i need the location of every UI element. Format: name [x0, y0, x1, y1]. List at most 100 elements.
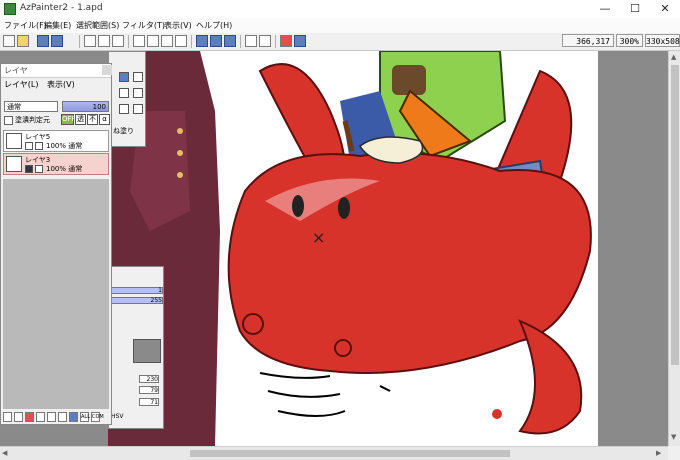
clip-checkbox[interactable] [4, 116, 13, 125]
apple-bump [242, 313, 264, 335]
toolbar-separator [275, 35, 276, 48]
toolbar: 366,317 300% 330x508 [0, 33, 680, 51]
menu-edit[interactable]: 編集(E) [44, 20, 71, 31]
scroll-down-icon[interactable]: ▼ [671, 433, 676, 441]
tool-button[interactable] [119, 88, 129, 98]
zoom-reset-icon[interactable] [224, 35, 236, 47]
copy-layer-icon[interactable] [14, 412, 23, 422]
maximize-button[interactable]: ☐ [620, 0, 650, 18]
mode-transparent-button[interactable]: 透 [75, 114, 86, 125]
frame-icon[interactable] [175, 35, 187, 47]
merge-icon[interactable] [25, 412, 34, 422]
move-up-icon[interactable] [47, 412, 56, 422]
toolbar-separator [191, 35, 192, 48]
vertical-scrollbar[interactable]: ▲ ▼ [668, 51, 680, 446]
scroll-left-icon[interactable]: ◀ [2, 449, 7, 457]
horizontal-scrollbar[interactable]: ◀ ▶ [0, 446, 668, 460]
zoom-in-icon[interactable] [196, 35, 208, 47]
tool-button[interactable] [133, 104, 143, 114]
image-size-readout: 330x508 [645, 34, 680, 47]
left-eye [292, 195, 304, 217]
open-icon[interactable] [17, 35, 29, 47]
color-value-field[interactable]: 230 [139, 375, 159, 383]
color-swatch[interactable] [133, 339, 161, 363]
layer-thumbnail [6, 133, 22, 149]
color-slider[interactable]: 255 [111, 297, 163, 304]
title-bar: AzPainter2 - 1.apd — ☐ ✕ [0, 0, 680, 19]
scroll-right-icon[interactable]: ▶ [656, 449, 661, 457]
color-value-field[interactable]: 71 [139, 398, 159, 406]
window-title: AzPainter2 - 1.apd [20, 3, 103, 13]
new-layer-icon[interactable] [3, 412, 12, 422]
move-down-icon[interactable] [58, 412, 67, 422]
delete-icon[interactable] [36, 412, 45, 422]
all-icon[interactable]: ALL [80, 412, 90, 422]
vertical-scroll-thumb[interactable] [671, 65, 679, 365]
settings-icon[interactable]: COM [91, 412, 104, 422]
palette-icon[interactable] [112, 35, 124, 47]
mode-alpha-button[interactable]: α [99, 114, 110, 125]
toolbar-separator [79, 35, 80, 48]
mode-opaque-button[interactable]: 不 [87, 114, 98, 125]
canvas-outside [598, 51, 668, 446]
tool-button[interactable] [119, 72, 129, 82]
layer-menu-view[interactable]: 表示(V) [47, 80, 75, 89]
color-mode-label: HSV [111, 413, 124, 420]
suit-button [177, 172, 183, 178]
undo-history-icon[interactable] [84, 35, 96, 47]
color-value-field[interactable]: 79 [139, 386, 159, 394]
rotate-right-icon[interactable] [259, 35, 271, 47]
lock-icon[interactable] [35, 165, 43, 173]
layer-row-selected[interactable]: レイヤ3 100% 通常 [3, 153, 109, 175]
rect-icon[interactable] [161, 35, 173, 47]
mouth-x: × [312, 228, 325, 247]
layer-row[interactable]: レイヤ5 100% 通常 [3, 130, 109, 152]
layer-icon[interactable] [98, 35, 110, 47]
fit-icon[interactable] [147, 35, 159, 47]
save-as-icon[interactable] [51, 35, 63, 47]
layer-footer-toolbar: ALL COM [3, 412, 109, 423]
layer-info: 100% 通常 [46, 142, 83, 150]
toolbar-separator [128, 35, 129, 48]
app-icon [4, 3, 16, 15]
coordinates-readout: 366,317 [562, 34, 614, 47]
menu-view[interactable]: 表示(V) [164, 20, 192, 31]
tool-button[interactable] [119, 104, 129, 114]
tool-button[interactable] [133, 88, 143, 98]
menu-file[interactable]: ファイル(F) [4, 20, 47, 31]
minimize-button[interactable]: — [590, 0, 620, 18]
layer-list [3, 179, 109, 409]
visibility-icon[interactable] [25, 142, 33, 150]
menu-filter[interactable]: フィルタ(T) [122, 20, 165, 31]
visibility-icon[interactable] [25, 165, 33, 173]
close-button[interactable]: ✕ [650, 0, 680, 18]
layer-panel-menu: レイヤ(L) 表示(V) [1, 78, 111, 92]
tool-button[interactable] [133, 72, 143, 82]
filter-icon[interactable] [280, 35, 292, 47]
grid-icon[interactable] [133, 35, 145, 47]
combine-icon[interactable] [69, 412, 78, 422]
menu-selection[interactable]: 選択範囲(S) [76, 20, 119, 31]
save-icon[interactable] [37, 35, 49, 47]
mode-off-button[interactable]: OFF [61, 114, 76, 125]
drop [492, 409, 502, 419]
layer-info: 100% 通常 [46, 165, 83, 173]
opacity-slider[interactable]: 100 [62, 101, 109, 112]
blend-mode-select[interactable]: 通常 [4, 101, 58, 112]
settings-icon[interactable] [294, 35, 306, 47]
layer-menu-layer[interactable]: レイヤ(L) [4, 80, 38, 89]
zoom-out-icon[interactable] [210, 35, 222, 47]
bear-face [392, 65, 426, 95]
new-icon[interactable] [3, 35, 15, 47]
menu-help[interactable]: ヘルプ(H) [196, 20, 232, 31]
suit-button [177, 150, 183, 156]
clip-label: 塗潰判定元 [15, 116, 50, 124]
lock-icon[interactable] [35, 142, 43, 150]
fill-label: ね塗り [113, 127, 134, 135]
scroll-up-icon[interactable]: ▲ [671, 53, 676, 61]
color-slider[interactable]: 1 [111, 287, 163, 294]
layer-thumbnail [6, 156, 22, 172]
rotate-left-icon[interactable] [245, 35, 257, 47]
panel-close-icon[interactable] [102, 65, 112, 75]
horizontal-scroll-thumb[interactable] [190, 450, 510, 457]
